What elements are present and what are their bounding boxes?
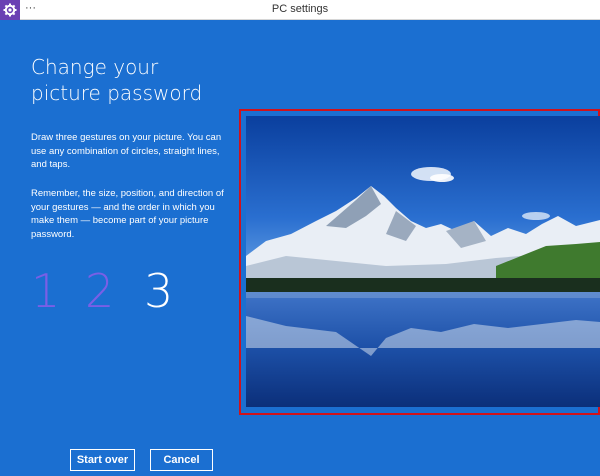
start-over-button[interactable]: Start over — [70, 449, 135, 471]
gesture-step-3-current: 3 — [144, 264, 174, 318]
instructions-text: Draw three gestures on your picture. You… — [31, 132, 222, 170]
mountain-lake-image — [246, 116, 600, 407]
password-picture[interactable] — [246, 116, 600, 407]
cancel-button[interactable]: Cancel — [150, 449, 213, 471]
page-title: Change your picture password — [31, 55, 203, 105]
title-bar: ··· PC settings — [0, 0, 600, 20]
gesture-step-2: 2 — [85, 264, 115, 318]
gesture-step-1: 1 — [31, 264, 61, 318]
reminder-text: Remember, the size, position, and direct… — [31, 188, 224, 240]
window-title: PC settings — [271, 3, 329, 15]
